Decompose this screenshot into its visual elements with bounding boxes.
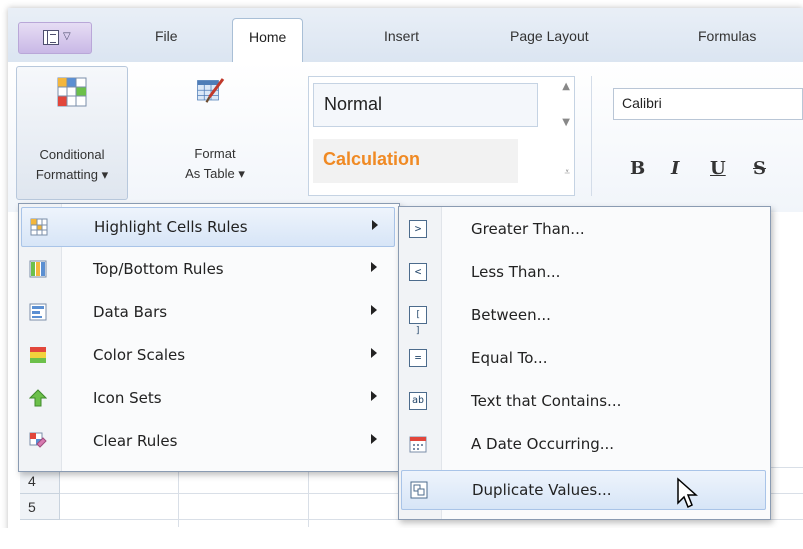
chevron-down-icon: ▽ [63, 31, 71, 42]
data-bars-icon [29, 303, 47, 321]
menu-item-label: Data Bars [93, 303, 168, 321]
menu-item-equal-to[interactable]: = Equal To... [401, 339, 766, 379]
between-icon: [ ] [409, 306, 427, 336]
highlight-cells-icon [30, 218, 48, 236]
menu-item-label: Equal To... [471, 349, 548, 367]
icon-sets-icon [29, 389, 47, 407]
greater-than-icon: > [409, 220, 427, 238]
menu-item-label: Highlight Cells Rules [94, 218, 248, 236]
top-bottom-icon [29, 260, 47, 278]
style-normal[interactable]: Normal [313, 83, 538, 127]
ribbon-home: Conditional Formatting ▾ Format As Table… [8, 62, 803, 212]
tab-home[interactable]: Home [232, 18, 304, 64]
menu-item-label: A Date Occurring... [471, 435, 615, 453]
submenu-arrow-icon [372, 220, 378, 230]
date-occurring-icon [409, 436, 427, 453]
conditional-formatting-label-2: Formatting ▾ [35, 167, 109, 182]
submenu-arrow-icon [371, 305, 377, 315]
tab-page-layout[interactable]: Page Layout [510, 28, 589, 44]
submenu-arrow-icon [371, 348, 377, 358]
menu-item-label: Icon Sets [93, 389, 162, 407]
clear-rules-icon [29, 432, 47, 448]
ribbon-tab-strip: ▽ File Home Insert Page Layout Formulas [8, 8, 803, 64]
style-calculation[interactable]: Calculation [313, 139, 518, 183]
menu-item-color-scales[interactable]: Color Scales [21, 336, 395, 376]
menu-item-data-bars[interactable]: Data Bars [21, 293, 395, 333]
underline-button[interactable]: U [710, 158, 726, 179]
page-edge [0, 528, 803, 549]
equal-to-icon: = [409, 349, 427, 367]
conditional-formatting-label-1: Conditional [39, 147, 105, 162]
menu-item-between[interactable]: [ ] Between... [401, 296, 766, 336]
mouse-pointer-icon [677, 477, 698, 509]
grid-line [308, 467, 309, 527]
menu-item-label: Text that Contains... [471, 392, 622, 410]
tab-formulas[interactable]: Formulas [698, 28, 756, 44]
conditional-formatting-menu: Highlight Cells Rules Top/Bottom Rules D… [18, 203, 400, 472]
tab-insert[interactable]: Insert [384, 28, 419, 44]
menu-item-top-bottom-rules[interactable]: Top/Bottom Rules [21, 250, 395, 290]
submenu-arrow-icon [371, 391, 377, 401]
application-menu-button[interactable]: ▽ [18, 22, 92, 54]
row-header-5[interactable]: 5 [20, 494, 60, 520]
grid-line [178, 467, 179, 527]
format-as-table-label-2: As Table ▾ [185, 166, 245, 181]
menu-item-label: Greater Than... [471, 220, 585, 238]
text-contains-icon: ab [409, 392, 427, 410]
submenu-arrow-icon [371, 262, 377, 272]
bold-button[interactable]: B [630, 158, 645, 179]
menu-item-clear-rules[interactable]: Clear Rules [21, 422, 395, 462]
format-as-table-icon [197, 78, 225, 103]
menu-item-label: Less Than... [471, 263, 561, 281]
gallery-expand-icon[interactable]: ⩡ [564, 167, 570, 178]
format-as-table-button[interactable]: Format As Table ▾ [170, 66, 260, 198]
menu-item-icon-sets[interactable]: Icon Sets [21, 379, 395, 419]
less-than-icon: < [409, 263, 427, 281]
menu-item-less-than[interactable]: < Less Than... [401, 253, 766, 293]
submenu-arrow-icon [371, 434, 377, 444]
duplicate-values-icon [410, 481, 428, 499]
menu-item-label: Between... [471, 306, 551, 324]
color-scales-icon [30, 347, 46, 363]
font-name-box[interactable]: Calibri [613, 88, 803, 120]
gallery-scroll-up-icon[interactable]: ▲ [562, 81, 570, 92]
strikethrough-button[interactable]: S [753, 158, 766, 179]
menu-item-label: Clear Rules [93, 432, 178, 450]
app-menu-icon [43, 30, 59, 45]
group-separator [591, 76, 592, 196]
format-as-table-label-1: Format [194, 146, 236, 161]
tab-file[interactable]: File [155, 28, 178, 44]
conditional-formatting-icon [57, 77, 87, 107]
cell-styles-gallery: Normal Calculation ▲ ▼ ⩡ [308, 76, 575, 196]
menu-item-label: Duplicate Values... [472, 481, 612, 499]
italic-button[interactable]: I [671, 158, 679, 179]
menu-item-duplicate-values[interactable]: Duplicate Values... [401, 470, 766, 510]
menu-item-label: Color Scales [93, 346, 186, 364]
menu-item-a-date-occurring[interactable]: A Date Occurring... [401, 425, 766, 465]
highlight-cells-rules-submenu: > Greater Than... < Less Than... [ ] Bet… [398, 206, 771, 520]
menu-item-highlight-cells-rules[interactable]: Highlight Cells Rules [21, 207, 395, 247]
menu-item-label: Top/Bottom Rules [93, 260, 224, 278]
gallery-scroll-down-icon[interactable]: ▼ [562, 117, 570, 128]
menu-item-text-that-contains[interactable]: ab Text that Contains... [401, 382, 766, 422]
menu-item-greater-than[interactable]: > Greater Than... [401, 210, 766, 250]
conditional-formatting-button[interactable]: Conditional Formatting ▾ [16, 66, 128, 200]
